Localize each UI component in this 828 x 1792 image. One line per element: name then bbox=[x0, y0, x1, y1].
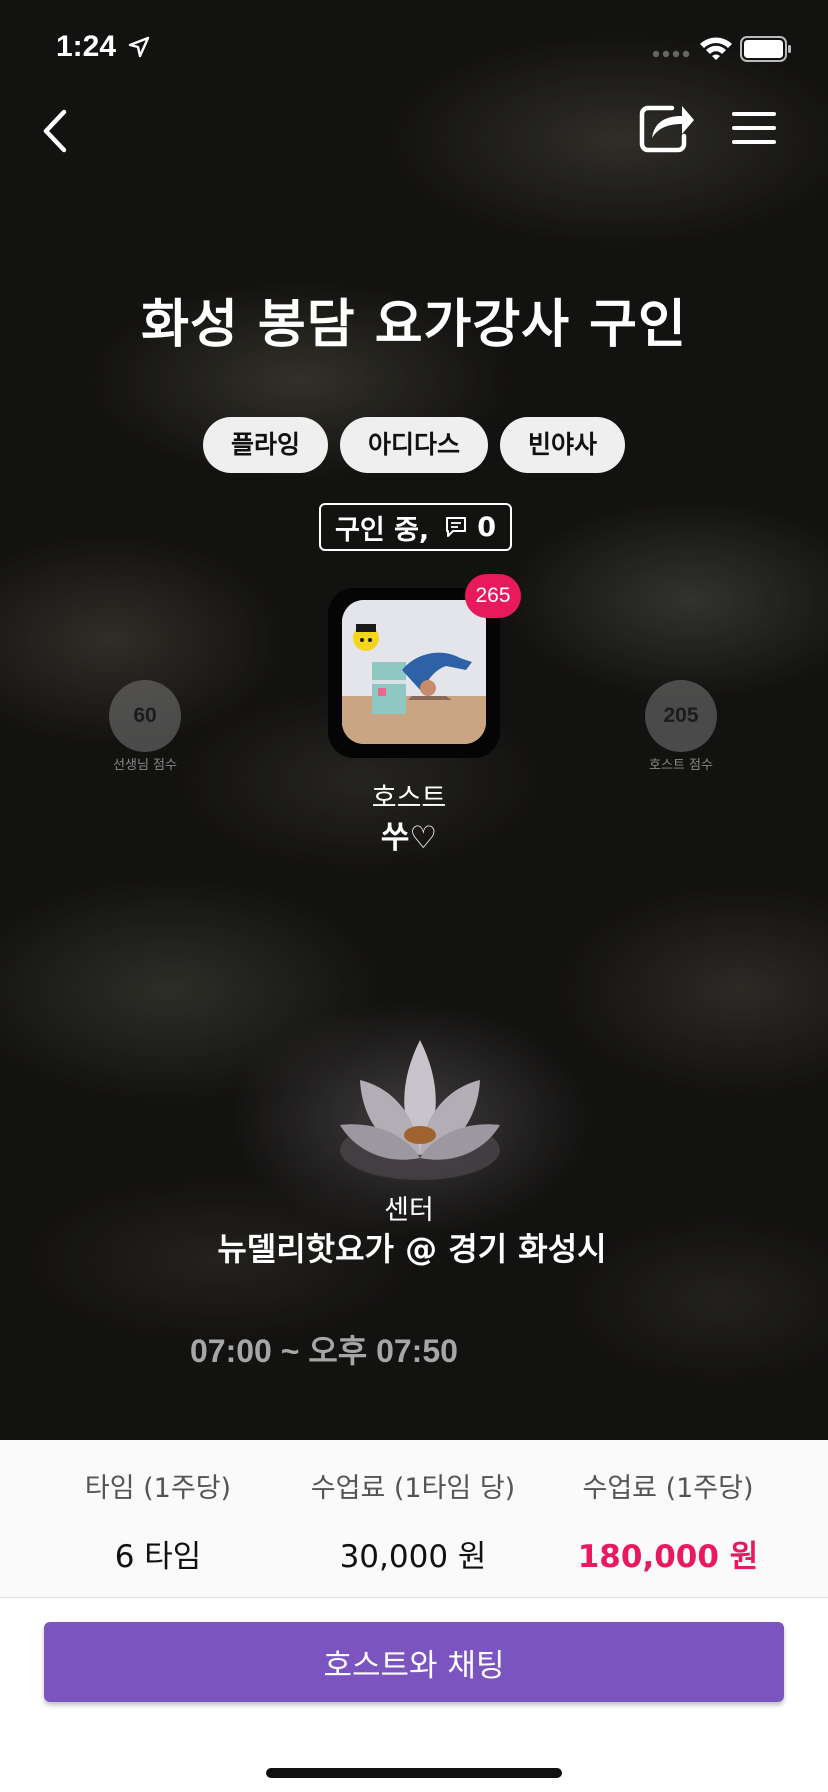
times-per-week-label: 타임 (1주당) bbox=[84, 1473, 232, 1504]
times-per-week-value: 6 타임 bbox=[114, 1539, 202, 1575]
comment-count: 0 bbox=[477, 511, 496, 543]
back-icon[interactable] bbox=[36, 106, 76, 156]
status-time: 1:24 bbox=[56, 30, 117, 63]
class-time-range: 07:00 ~ 오후 07:50 bbox=[190, 1333, 458, 1369]
chat-bubble-icon bbox=[446, 517, 467, 537]
wifi-icon bbox=[700, 37, 732, 60]
host-score: 205 bbox=[645, 680, 717, 752]
location-arrow-icon bbox=[128, 36, 150, 58]
fee-per-time: 수업료 (1타임 당) 30,000 원 bbox=[300, 1466, 526, 1576]
tag-chip[interactable]: 아디다스 bbox=[339, 417, 488, 473]
fee-per-week-label: 수업료 (1주당) bbox=[582, 1473, 754, 1504]
job-detail-content: 화성 봉담 요가강사 구인 플라잉 아디다스 빈야사 구인 중, 0 265 6… bbox=[0, 0, 828, 1440]
home-indicator bbox=[266, 1768, 562, 1778]
teacher-score: 60 bbox=[109, 680, 181, 752]
status-bar: 1:24 bbox=[0, 0, 828, 96]
fee-per-week-value: 180,000 원 bbox=[577, 1539, 759, 1575]
host-avatar bbox=[342, 600, 486, 744]
times-per-week: 타임 (1주당) 6 타임 bbox=[58, 1466, 258, 1576]
fee-per-time-label: 수업료 (1타임 당) bbox=[310, 1473, 516, 1504]
signal-icon bbox=[652, 50, 690, 58]
tag-chip[interactable]: 빈야사 bbox=[500, 417, 626, 473]
recruit-status-label: 구인 중, bbox=[335, 514, 430, 546]
tag-list: 플라잉 아디다스 빈야사 bbox=[0, 417, 828, 473]
fee-info-panel: 타임 (1주당) 6 타임 수업료 (1타임 당) 30,000 원 수업료 (… bbox=[0, 1440, 828, 1598]
host-name: 쑤♡ bbox=[380, 820, 438, 856]
host-score-label: 호스트 점수 bbox=[649, 758, 713, 773]
recruit-status-chip: 구인 중, 0 bbox=[319, 503, 512, 551]
center-name[interactable]: 뉴델리핫요가 @ 경기 화성시 bbox=[0, 1224, 824, 1270]
host-label: 호스트 bbox=[371, 783, 447, 814]
host-score-badge: 265 bbox=[465, 574, 521, 618]
share-icon[interactable] bbox=[638, 100, 696, 154]
bottom-action-area: 호스트와 채팅 bbox=[0, 1598, 828, 1792]
fee-per-week: 수업료 (1주당) 180,000 원 bbox=[566, 1466, 770, 1576]
chat-with-host-button[interactable]: 호스트와 채팅 bbox=[44, 1622, 784, 1702]
page-title: 화성 봉담 요가강사 구인 bbox=[141, 295, 687, 355]
center-label: 센터 bbox=[384, 1195, 434, 1226]
host-avatar-photo bbox=[342, 600, 486, 744]
fee-per-time-value: 30,000 원 bbox=[339, 1539, 487, 1575]
top-navigation bbox=[0, 96, 828, 166]
tag-chip[interactable]: 플라잉 bbox=[202, 417, 328, 473]
battery-icon bbox=[740, 36, 791, 62]
teacher-score-label: 선생님 점수 bbox=[113, 758, 177, 773]
menu-icon[interactable] bbox=[730, 108, 778, 148]
